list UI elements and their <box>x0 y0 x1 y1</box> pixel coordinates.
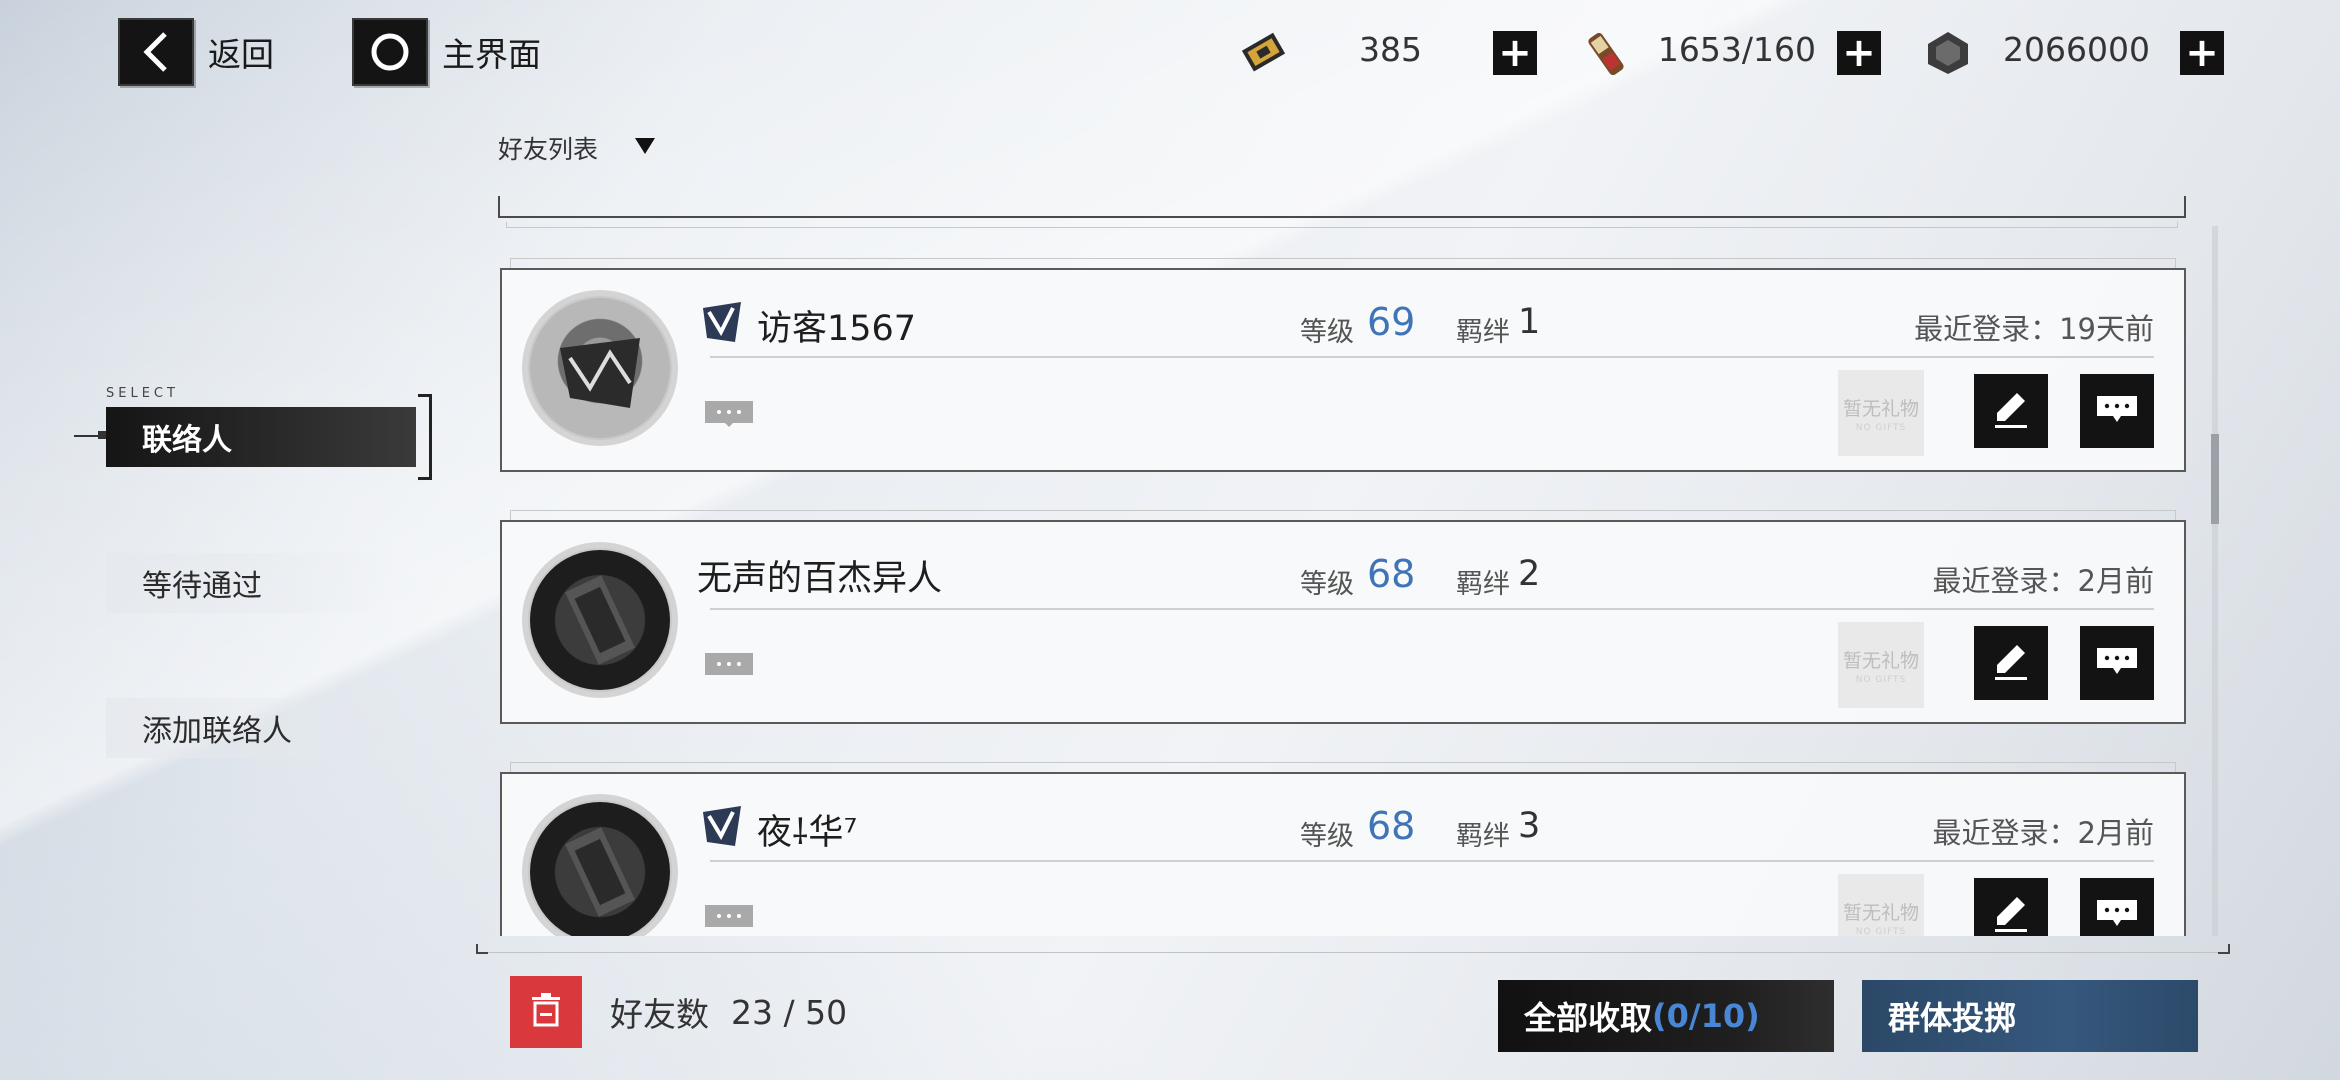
level-label: 等级 <box>1300 569 1354 600</box>
add-resource-1-button[interactable]: + <box>1493 31 1537 75</box>
gift-subtext: NO GIFTS <box>1855 926 1907 937</box>
edit-note-button[interactable] <box>1974 878 2048 936</box>
gift-text: 暂无礼物 <box>1842 901 1919 924</box>
friend-name: 夜⸸华⁷ <box>757 812 858 853</box>
pencil-icon <box>1989 639 2033 687</box>
message-button[interactable] <box>2080 374 2154 448</box>
delete-friend-button[interactable] <box>510 976 582 1048</box>
add-resource-3-button[interactable]: + <box>2180 31 2224 75</box>
friend-count-label: 好友数 <box>610 995 709 1034</box>
collect-all-count: (0/10) <box>1652 997 1760 1035</box>
add-resource-2-button[interactable]: + <box>1837 31 1881 75</box>
message-icon <box>2095 896 2139 934</box>
level-value: 68 <box>1367 804 1416 848</box>
resource-value-1: 385 <box>1359 30 1422 69</box>
friend-list[interactable]: 访客1567 等级 69 羁绊 1 最近登录：19天前 暂无礼物 NO GIFT… <box>0 236 2340 936</box>
scrollbar-thumb[interactable] <box>2211 434 2219 524</box>
friend-avatar[interactable] <box>522 794 678 936</box>
avatar-image <box>530 298 670 438</box>
sanity-ticket-icon <box>1236 28 1292 82</box>
resource-value-3: 2066000 <box>2003 30 2150 69</box>
no-gift-badge: 暂无礼物 NO GIFTS <box>1838 370 1924 456</box>
chevron-left-icon <box>118 18 194 86</box>
message-button[interactable] <box>2080 626 2154 700</box>
friend-count: 好友数 23 / 50 <box>610 988 847 1036</box>
bond-value: 2 <box>1518 554 1541 594</box>
back-label: 返回 <box>208 35 274 74</box>
frame-corner-right <box>2218 944 2230 954</box>
home-button[interactable]: 主界面 <box>352 18 541 86</box>
resource-value-2: 1653/160 <box>1657 30 1816 69</box>
group-throw-button[interactable]: 群体投掷 <box>1862 980 2198 1052</box>
gift-subtext: NO GIFTS <box>1855 422 1907 433</box>
collect-all-button[interactable]: 全部收取 (0/10) <box>1498 980 1834 1052</box>
level-value: 68 <box>1367 552 1416 596</box>
level-value: 69 <box>1367 300 1416 344</box>
bond-value: 3 <box>1518 806 1541 846</box>
card-divider <box>710 356 2154 358</box>
list-filter-label: 好友列表 <box>498 135 599 164</box>
avatar-image <box>530 550 670 690</box>
message-icon <box>2095 644 2139 682</box>
back-button[interactable]: 返回 <box>118 18 274 86</box>
collect-all-label: 全部收取 <box>1524 999 1653 1037</box>
list-top-frame <box>498 196 2186 218</box>
card-edge <box>510 510 2176 520</box>
frame-corner-left <box>476 944 488 954</box>
home-circle-icon <box>352 18 428 86</box>
pencil-icon <box>1989 891 2033 936</box>
gift-text: 暂无礼物 <box>1842 649 1919 672</box>
friend-name: 访客1567 <box>757 308 917 349</box>
gold-icon <box>1924 30 1972 80</box>
bond-label: 羁绊 <box>1456 821 1510 852</box>
no-gift-badge: 暂无礼物 NO GIFTS <box>1838 874 1924 936</box>
triangle-down-icon <box>634 137 656 159</box>
avatar-image <box>530 802 670 936</box>
friend-card[interactable]: 无声的百杰异人 等级 68 羁绊 2 最近登录：2月前 暂无礼物 NO GIFT… <box>500 510 2186 724</box>
message-button[interactable] <box>2080 878 2154 936</box>
friend-card[interactable]: 夜⸸华⁷ 等级 68 羁绊 3 最近登录：2月前 暂无礼物 NO GIFTS <box>500 762 2186 936</box>
card-divider <box>710 860 2154 862</box>
rank-badge-icon <box>697 298 747 352</box>
scrollbar-track[interactable] <box>2212 226 2218 936</box>
frame-bottom-line <box>488 952 2224 953</box>
trash-icon <box>528 991 564 1033</box>
level-label: 等级 <box>1300 821 1354 852</box>
list-top-frame-inner <box>506 222 2178 228</box>
level-label: 等级 <box>1300 317 1354 348</box>
edit-note-button[interactable] <box>1974 626 2048 700</box>
friend-avatar[interactable] <box>522 542 678 698</box>
message-icon <box>2095 392 2139 430</box>
home-label: 主界面 <box>442 35 541 74</box>
recruit-permit-icon <box>1578 26 1634 86</box>
last-login: 最近登录：19天前 <box>1914 312 2154 346</box>
pencil-icon <box>1989 387 2033 435</box>
list-filter-dropdown[interactable]: 好友列表 <box>498 130 656 166</box>
friend-card[interactable]: 访客1567 等级 69 羁绊 1 最近登录：19天前 暂无礼物 NO GIFT… <box>500 258 2186 472</box>
edit-note-button[interactable] <box>1974 374 2048 448</box>
friend-name: 无声的百杰异人 <box>697 559 943 599</box>
chat-bubble-icon <box>705 653 753 675</box>
bond-value: 1 <box>1518 302 1541 342</box>
bond-label: 羁绊 <box>1456 569 1510 600</box>
group-throw-label: 群体投掷 <box>1888 999 2017 1037</box>
bond-label: 羁绊 <box>1456 317 1510 348</box>
last-login: 最近登录：2月前 <box>1932 816 2154 850</box>
card-edge <box>510 258 2176 268</box>
last-login: 最近登录：2月前 <box>1932 564 2154 598</box>
rank-badge-icon <box>697 802 747 856</box>
friend-avatar[interactable] <box>522 290 678 446</box>
gift-subtext: NO GIFTS <box>1855 674 1907 685</box>
chat-bubble-icon <box>705 401 753 427</box>
no-gift-badge: 暂无礼物 NO GIFTS <box>1838 622 1924 708</box>
chat-bubble-icon <box>705 905 753 927</box>
card-divider <box>710 608 2154 610</box>
gift-text: 暂无礼物 <box>1842 397 1919 420</box>
friend-count-value: 23 / 50 <box>731 992 848 1032</box>
card-edge <box>510 762 2176 772</box>
